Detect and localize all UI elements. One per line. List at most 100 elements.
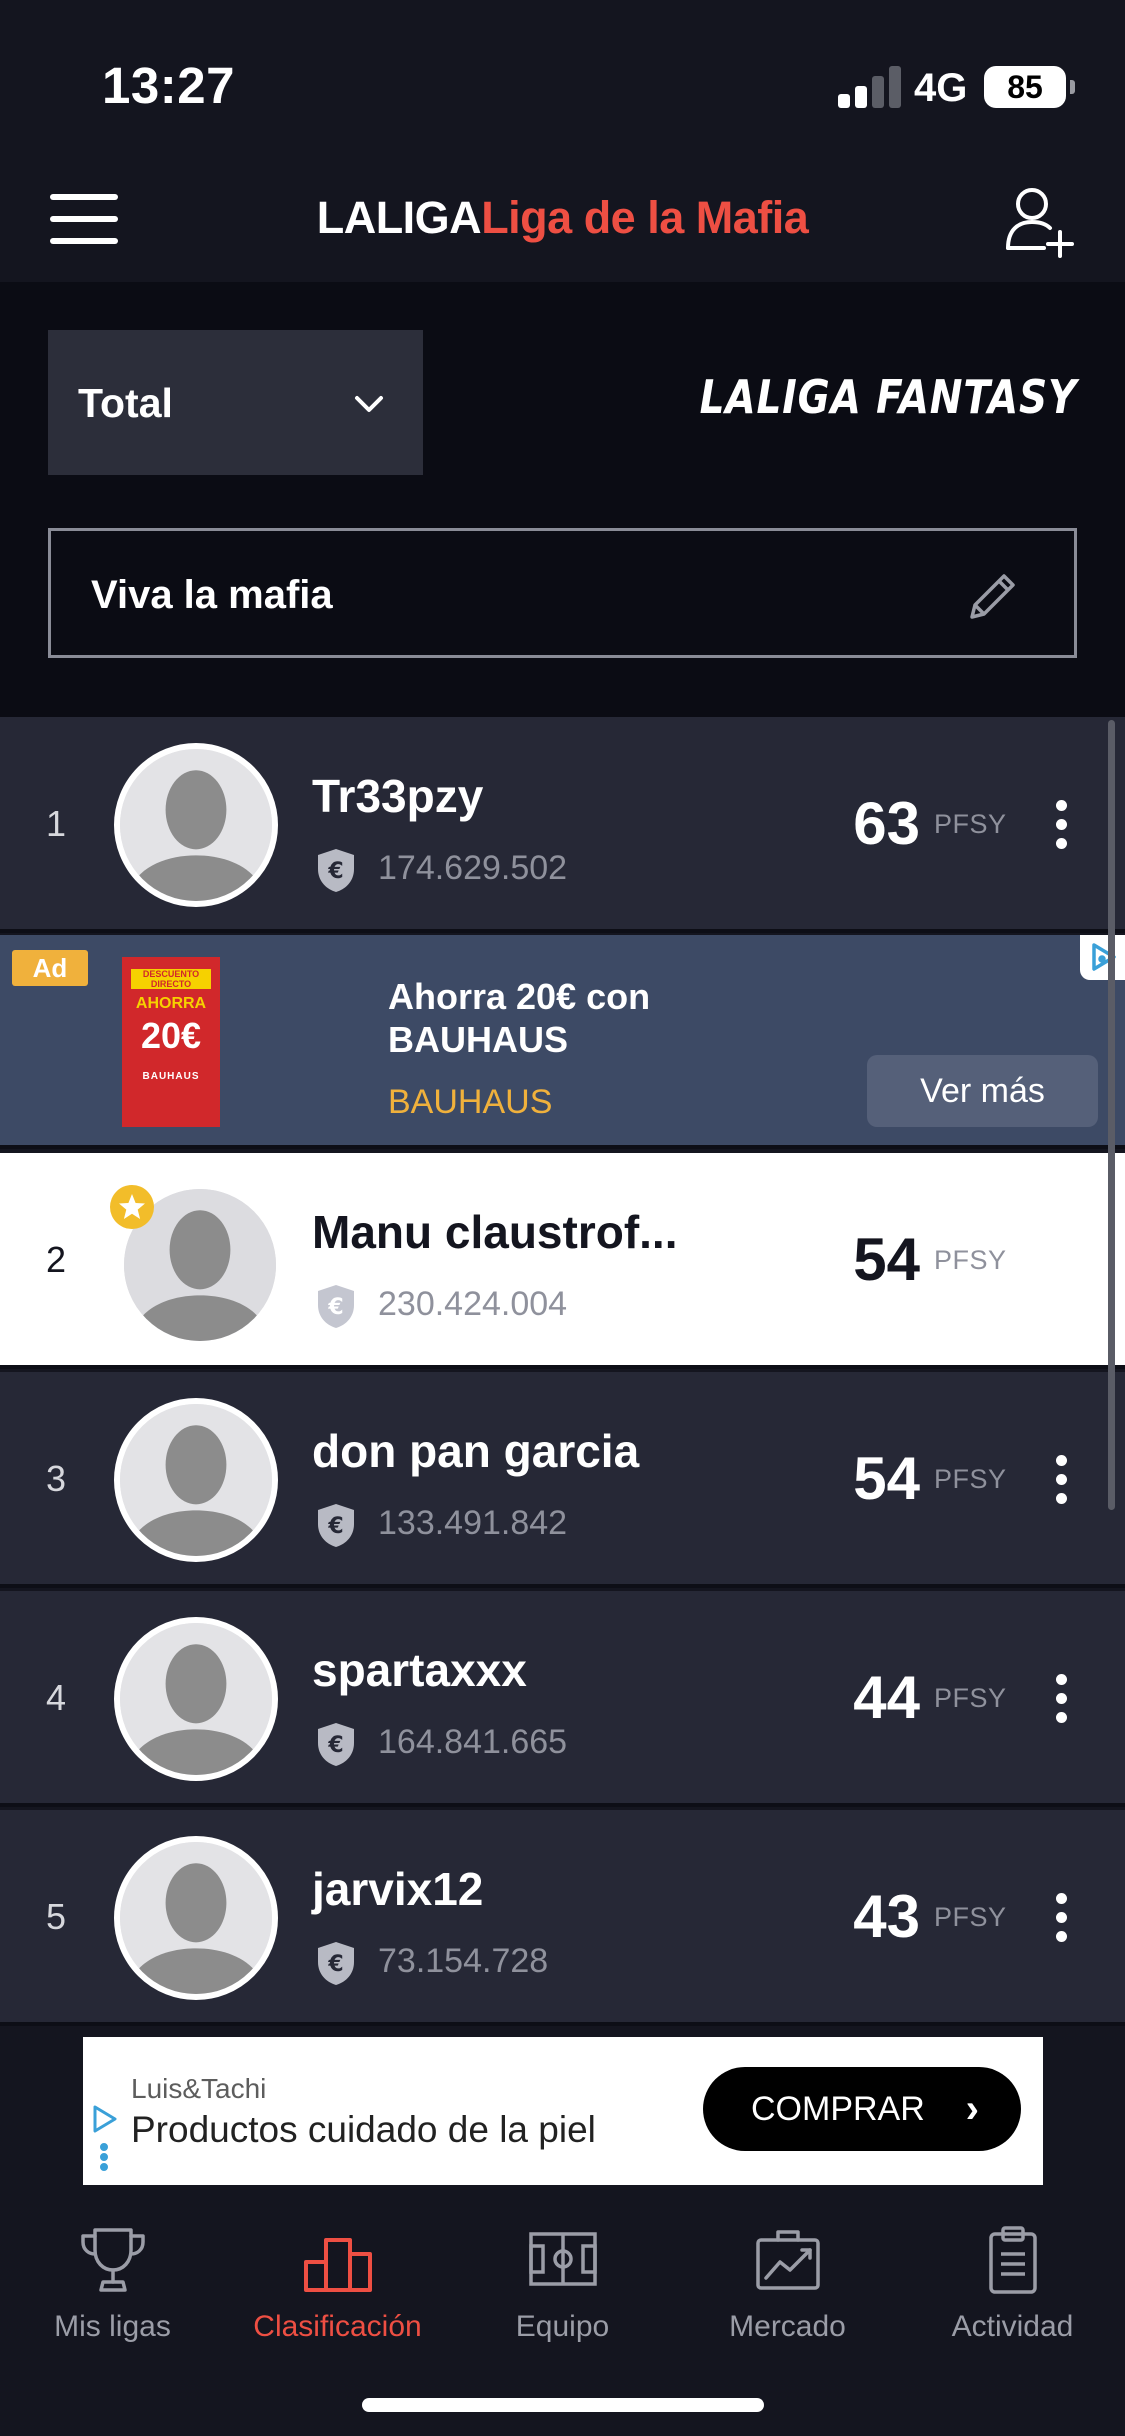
avatar — [114, 1617, 278, 1781]
team-value: 133.491.842 — [378, 1504, 568, 1542]
tab-mis-ligas[interactable]: Mis ligas — [0, 2210, 225, 2360]
period-select[interactable]: Total — [48, 330, 423, 475]
edit-icon[interactable] — [962, 565, 1024, 627]
player-name: Tr33pzy — [312, 770, 484, 822]
svg-text:€: € — [327, 1514, 343, 1539]
svg-text:€: € — [327, 1295, 343, 1320]
tab-label: Mercado — [729, 2310, 846, 2343]
adchoices-icon[interactable] — [1080, 935, 1125, 980]
home-indicator[interactable] — [362, 2398, 764, 2412]
rank-position: 1 — [46, 803, 67, 844]
ad-image-text: BAUHAUS — [142, 1071, 200, 1082]
points: 54 — [853, 1226, 920, 1293]
ad-advertiser: BAUHAUS — [388, 1083, 553, 1121]
money-shield-icon: € — [318, 1723, 354, 1766]
battery-icon: 85 — [984, 66, 1075, 108]
adchoices-icon[interactable] — [89, 2101, 119, 2171]
banner-title[interactable]: Productos cuidado de la piel — [131, 2109, 596, 2151]
more-options-icon[interactable] — [1048, 1452, 1076, 1508]
league-title: Liga de la Mafia — [481, 192, 809, 243]
rank-position: 3 — [46, 1458, 67, 1499]
svg-text:€: € — [327, 1733, 343, 1758]
more-options-icon[interactable] — [1048, 797, 1076, 853]
ad-cta-button[interactable]: Ver más — [867, 1055, 1098, 1127]
tab-label: Actividad — [951, 2310, 1074, 2343]
money-shield-icon: € — [318, 1504, 354, 1547]
tab-mercado[interactable]: Mercado — [675, 2210, 900, 2360]
signal-icon — [838, 64, 902, 108]
avatar — [114, 1398, 278, 1562]
money-shield-icon: € — [318, 1942, 354, 1985]
svg-text:€: € — [327, 1952, 343, 1977]
sponsored-ad[interactable]: Ad DESCUENTO DIRECTO AHORRA 20€ BAUHAUS … — [0, 935, 1125, 1149]
rank-position: 2 — [46, 1239, 67, 1280]
ad-image-text: DESCUENTO DIRECTO — [131, 969, 211, 989]
team-value: 73.154.728 — [378, 1942, 549, 1980]
banner-advertiser: Luis&Tachi — [131, 2073, 267, 2104]
league-name-field[interactable]: Viva la mafia — [48, 528, 1077, 658]
team-value: 230.424.004 — [378, 1285, 568, 1323]
points: 43 — [853, 1883, 920, 1950]
period-select-value: Total — [78, 380, 173, 426]
rank-position: 5 — [46, 1896, 67, 1937]
ranking-row[interactable]: 5 jarvix12 € 73.154.728 43 PFSY — [0, 1810, 1125, 2026]
league-controls: Total LALIGA FANTASY Viva la mafia — [0, 282, 1125, 717]
points: 54 — [853, 1445, 920, 1512]
app-header: LALIGALiga de la Mafia — [0, 160, 1125, 282]
buy-button-label: COMPRAR — [751, 2090, 925, 2128]
team-value: 164.841.665 — [378, 1723, 568, 1761]
rank-position: 4 — [46, 1677, 67, 1718]
avatar — [114, 1836, 278, 2000]
scrollbar[interactable] — [1108, 720, 1115, 1510]
avatar — [114, 743, 278, 907]
tab-clasificacion[interactable]: Clasificación — [225, 2210, 450, 2360]
page-title: LALIGALiga de la Mafia — [0, 192, 1125, 244]
status-bar: 13:27 4G 85 — [0, 0, 1125, 160]
trophy-icon — [80, 2228, 145, 2292]
player-name: jarvix12 — [312, 1863, 484, 1915]
points: 63 — [853, 790, 920, 857]
ranking-row[interactable]: 3 don pan garcia € 133.491.842 54 PFSY — [0, 1372, 1125, 1588]
svg-text:€: € — [327, 859, 343, 884]
ad-image-text: AHORRA — [135, 995, 207, 1012]
ranking-row[interactable]: 1 Tr33pzy € 174.629.502 63 PFSY — [0, 717, 1125, 933]
money-shield-icon: € — [318, 849, 354, 892]
laliga-fantasy-logo: LALIGA FANTASY — [699, 370, 1077, 424]
points-unit: PFSY — [934, 809, 1007, 839]
podium-icon — [303, 2238, 372, 2292]
add-user-icon[interactable] — [1000, 180, 1080, 260]
buy-button[interactable]: COMPRAR › — [703, 2067, 1021, 2151]
points-unit: PFSY — [934, 1902, 1007, 1932]
ad-badge: Ad — [12, 950, 88, 986]
ad-title[interactable]: Ahorra 20€ con BAUHAUS — [388, 975, 748, 1061]
tab-label: Equipo — [515, 2310, 610, 2343]
ranking-row-current-user[interactable]: 2 Manu claustrof... € 230.424.004 54 PFS… — [0, 1153, 1125, 1369]
tab-label: Mis ligas — [54, 2310, 171, 2343]
player-name: don pan garcia — [312, 1425, 640, 1477]
points: 44 — [853, 1664, 920, 1731]
points-unit: PFSY — [934, 1464, 1007, 1494]
chevron-right-icon: › — [965, 2087, 979, 2131]
money-shield-icon: € — [318, 1285, 354, 1328]
brand-prefix: LALIGA — [316, 192, 482, 243]
player-name: Manu claustrof... — [312, 1206, 678, 1258]
ad-image-text: 20€ — [140, 1015, 202, 1056]
chevron-down-icon — [355, 396, 383, 412]
ad-image[interactable]: DESCUENTO DIRECTO AHORRA 20€ BAUHAUS — [122, 957, 220, 1127]
team-value: 174.629.502 — [378, 849, 568, 887]
points-unit: PFSY — [934, 1683, 1007, 1713]
clipboard-icon — [988, 2226, 1037, 2294]
player-name: spartaxxx — [312, 1644, 527, 1696]
star-icon — [110, 1185, 154, 1229]
more-options-icon[interactable] — [1048, 1890, 1076, 1946]
banner-ad[interactable]: Luis&Tachi Productos cuidado de la piel … — [83, 2037, 1043, 2185]
tab-equipo[interactable]: Equipo — [450, 2210, 675, 2360]
market-icon — [755, 2230, 820, 2290]
more-options-icon[interactable] — [1048, 1671, 1076, 1727]
pitch-icon — [528, 2232, 597, 2286]
status-time: 13:27 — [102, 57, 235, 114]
network-type: 4G — [914, 66, 968, 110]
points-unit: PFSY — [934, 1245, 1007, 1275]
tab-actividad[interactable]: Actividad — [900, 2210, 1125, 2360]
ranking-row[interactable]: 4 spartaxxx € 164.841.665 44 PFSY — [0, 1591, 1125, 1807]
